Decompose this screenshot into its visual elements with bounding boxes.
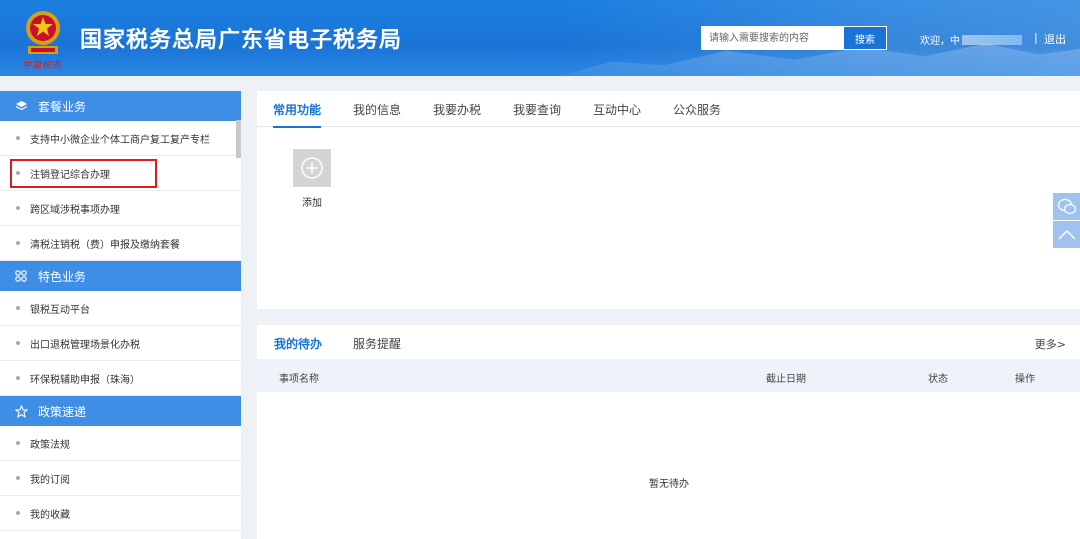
sidebar-scrollbar[interactable] [236,120,241,158]
header-bar: 中国税务 国家税务总局广东省电子税务局 搜索 欢迎，中 | 退出 [0,0,1080,76]
logout-link[interactable]: 退出 [1044,31,1066,47]
tab-tax-filing[interactable]: 我要办税 [433,101,481,126]
sidebar-item-policies[interactable]: 政策法规 [0,426,241,461]
sidebar-item-label: 政策法规 [30,439,70,451]
sidebar-item-deregistration[interactable]: 注销登记综合办理 [0,156,241,191]
column-header-action: 操作 [1015,374,1035,385]
sidebar-item-bank-tax[interactable]: 银税互动平台 [0,291,241,326]
tab-query[interactable]: 我要查询 [513,101,561,126]
chevron-up-icon [1057,229,1076,240]
search-button[interactable]: 搜索 [844,27,886,49]
todo-panel: 我的待办 服务提醒 更多> 事项名称 截止日期 状态 操作 暂无待办 [257,325,1080,539]
tab-common-functions[interactable]: 常用功能 [273,101,322,128]
sidebar: 套餐业务 支持中小微企业个体工商户复工复产专栏 注销登记综合办理 跨区域涉税事项… [0,91,241,539]
grid-icon [14,270,28,282]
add-function-button[interactable] [293,149,331,187]
sidebar-section-policy[interactable]: 政策速递 [0,396,241,426]
sidebar-item-label: 环保税辅助申报（珠海） [30,374,140,386]
sidebar-item-tax-clearance[interactable]: 清税注销税（费）申报及缴纳套餐 [0,226,241,261]
tab-public-service[interactable]: 公众服务 [673,101,721,126]
tab-interaction[interactable]: 互动中心 [593,101,641,126]
signature-logo: 中国税务 [22,61,63,71]
layers-icon [14,100,28,112]
column-header-deadline: 截止日期 [766,374,806,385]
main-tabs: 常用功能 我的信息 我要办税 我要查询 互动中心 公众服务 [257,91,1080,128]
sidebar-section-title: 特色业务 [38,269,87,284]
sidebar-item-subscriptions[interactable]: 我的订阅 [0,461,241,496]
plus-circle-icon [301,157,323,179]
tab-my-info[interactable]: 我的信息 [353,101,401,126]
bullet-icon [16,441,20,445]
sidebar-item-env-tax[interactable]: 环保税辅助申报（珠海） [0,361,241,396]
search-box: 搜索 [701,26,887,50]
sidebar-item-label: 清税注销税（费）申报及缴纳套餐 [30,239,180,251]
bullet-icon [16,171,20,175]
sidebar-item-cross-region[interactable]: 跨区域涉税事项办理 [0,191,241,226]
more-link[interactable]: 更多> [1035,336,1066,352]
sidebar-item-export-rebate[interactable]: 出口退税管理场景化办税 [0,326,241,361]
sidebar-item-label: 支持中小微企业个体工商户复工复产专栏 [30,134,210,146]
todo-table-header: 事项名称 截止日期 状态 操作 [257,359,1080,392]
sidebar-item-smb-support[interactable]: 支持中小微企业个体工商户复工复产专栏 [0,121,241,156]
welcome-label: 欢迎，中 [920,36,960,47]
sidebar-section-title: 政策速递 [38,404,87,419]
todo-tabs: 我的待办 服务提醒 更多> [257,325,1080,359]
bullet-icon [16,241,20,245]
sidebar-item-label: 出口退税管理场景化办税 [30,339,140,351]
masked-username [962,34,1022,45]
bullet-icon [16,476,20,480]
search-input[interactable] [702,27,844,49]
bullet-icon [16,136,20,140]
welcome-text: 欢迎，中 [920,32,1022,47]
wechat-icon [1057,198,1076,214]
add-function-label: 添加 [302,198,322,209]
sidebar-section-title: 套餐业务 [38,99,87,114]
tab-my-todo[interactable]: 我的待办 [274,335,322,352]
sidebar-section-package[interactable]: 套餐业务 [0,91,241,121]
tax-emblem-icon [26,11,60,54]
sidebar-section-featured[interactable]: 特色业务 [0,261,241,291]
empty-todo-message: 暂无待办 [649,479,689,490]
header-separator: | [1034,31,1038,44]
star-icon [14,404,28,418]
functions-panel: 常用功能 我的信息 我要办税 我要查询 互动中心 公众服务 添加 [257,91,1080,309]
column-header-status: 状态 [928,374,948,385]
sidebar-item-label: 银税互动平台 [30,304,90,316]
back-to-top-button[interactable] [1053,221,1080,248]
sidebar-item-favorites[interactable]: 我的收藏 [0,496,241,531]
wechat-float-button[interactable] [1053,193,1080,220]
bullet-icon [16,376,20,380]
bullet-icon [16,306,20,310]
sidebar-item-label: 我的订阅 [30,474,70,486]
bullet-icon [16,511,20,515]
bullet-icon [16,341,20,345]
sidebar-item-label: 我的收藏 [30,509,70,521]
sidebar-item-label: 跨区域涉税事项办理 [30,204,120,216]
site-title: 国家税务总局广东省电子税务局 [80,28,403,53]
tab-service-reminder[interactable]: 服务提醒 [353,335,401,352]
sidebar-item-label: 注销登记综合办理 [30,169,110,181]
bullet-icon [16,206,20,210]
column-header-item-name: 事项名称 [279,374,319,385]
